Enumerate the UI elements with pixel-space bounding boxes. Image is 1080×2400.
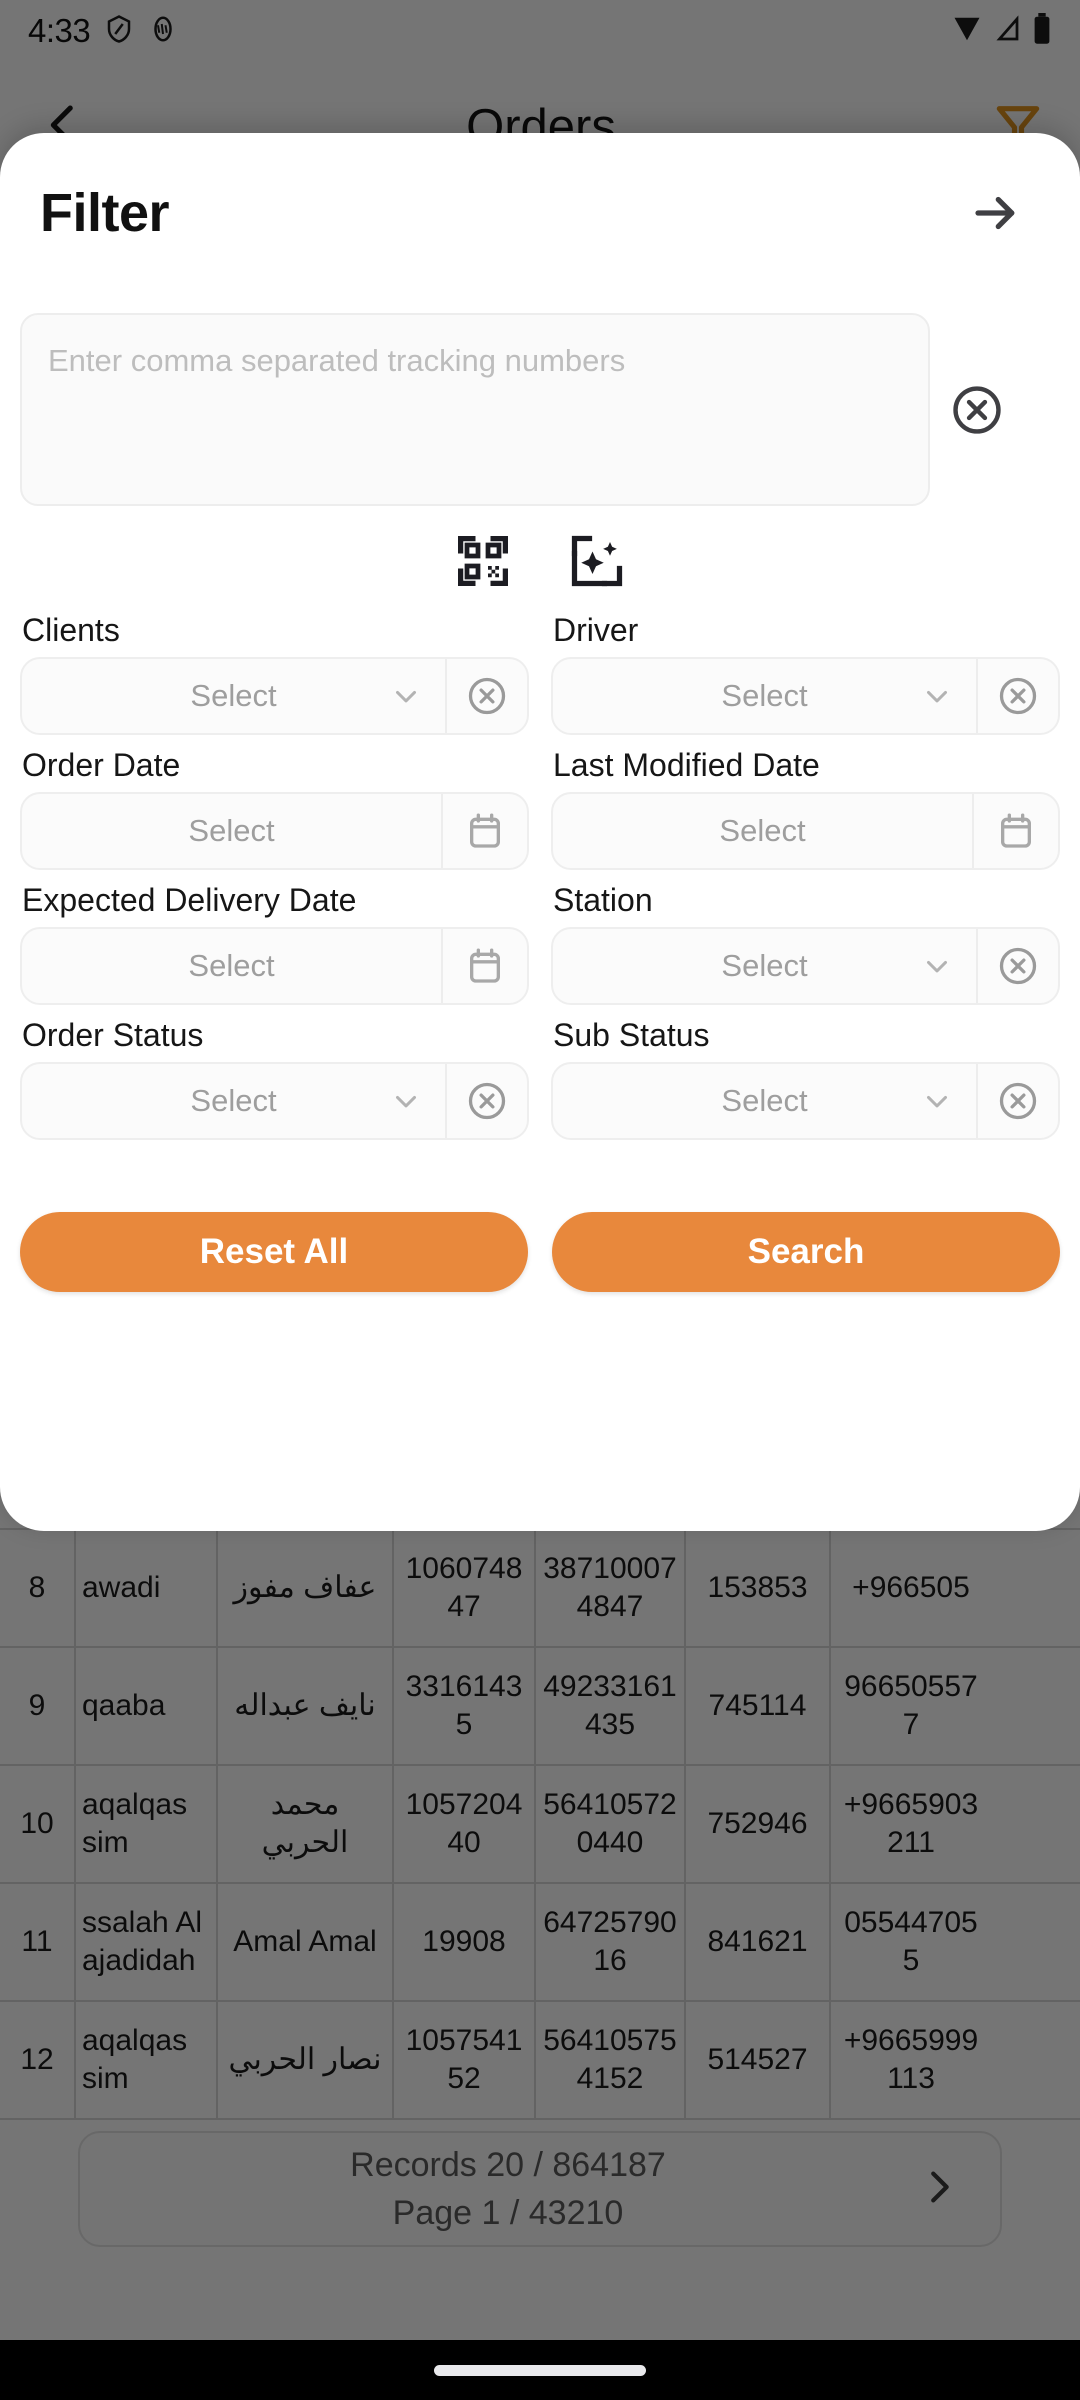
filter-field-row: Order Status Select Sub Status Select: [20, 1009, 1060, 1140]
field-label-driver: Driver: [553, 612, 639, 648]
field-control-last-modified-date: Select: [551, 792, 1060, 870]
clear-station-icon[interactable]: [976, 929, 1058, 1003]
field-control-driver: Select: [551, 657, 1060, 735]
chevron-down-icon: [389, 679, 423, 713]
field-control-expected-delivery-date: Select: [20, 927, 529, 1005]
field-value-order-status: Select: [190, 1083, 277, 1118]
system-nav-bar: [0, 2340, 1080, 2400]
date-picker-last-modified-date[interactable]: Select: [553, 794, 972, 868]
filter-field-station: Station Select: [551, 874, 1060, 1005]
filter-title: Filter: [40, 183, 170, 243]
dropdown-clients[interactable]: Select: [22, 659, 445, 733]
filter-field-order-date: Order Date Select: [20, 739, 529, 870]
tracking-numbers-input[interactable]: [20, 313, 930, 506]
field-control-sub-status: Select: [551, 1062, 1060, 1140]
field-label-station: Station: [553, 882, 653, 918]
field-value-order-date: Select: [188, 813, 275, 848]
filter-field-expected-delivery-date: Expected Delivery Date Select: [20, 874, 529, 1005]
calendar-icon[interactable]: [441, 794, 527, 868]
search-button[interactable]: Search: [552, 1212, 1060, 1292]
field-label-expected-delivery-date: Expected Delivery Date: [22, 882, 357, 918]
clear-driver-icon[interactable]: [976, 659, 1058, 733]
calendar-icon[interactable]: [972, 794, 1058, 868]
filter-field-row: Order Date Select Last Modified Date Select: [20, 739, 1060, 870]
field-value-station: Select: [721, 948, 808, 983]
field-label-sub-status: Sub Status: [553, 1017, 710, 1053]
field-control-station: Select: [551, 927, 1060, 1005]
filter-field-row: Clients Select Driver Select: [20, 604, 1060, 735]
filter-fields: Clients Select Driver Select Order Date Selec…: [0, 592, 1080, 1140]
chevron-down-icon: [920, 679, 954, 713]
date-picker-order-date[interactable]: Select: [22, 794, 441, 868]
field-value-sub-status: Select: [721, 1083, 808, 1118]
filter-field-order-status: Order Status Select: [20, 1009, 529, 1140]
date-picker-expected-delivery-date[interactable]: Select: [22, 929, 441, 1003]
field-value-last-modified-date: Select: [719, 813, 806, 848]
filter-field-row: Expected Delivery Date Select Station Selec…: [20, 874, 1060, 1005]
dropdown-sub-status[interactable]: Select: [553, 1064, 976, 1138]
filter-field-sub-status: Sub Status Select: [551, 1009, 1060, 1140]
clear-sub-status-icon[interactable]: [976, 1064, 1058, 1138]
tracking-numbers-row: [0, 253, 1080, 506]
clear-clients-icon[interactable]: [445, 659, 527, 733]
calendar-icon[interactable]: [441, 929, 527, 1003]
chevron-down-icon: [920, 1084, 954, 1118]
home-gesture-pill[interactable]: [434, 2364, 646, 2376]
ai-scan-button[interactable]: [564, 528, 630, 594]
filter-actions: Reset All Search: [0, 1144, 1080, 1292]
field-control-order-status: Select: [20, 1062, 529, 1140]
field-label-last-modified-date: Last Modified Date: [553, 747, 820, 783]
filter-sheet-header: Filter: [0, 133, 1080, 253]
field-value-expected-delivery-date: Select: [188, 948, 275, 983]
chevron-down-icon: [920, 949, 954, 983]
field-control-order-date: Select: [20, 792, 529, 870]
filter-bottom-sheet: Filter Enter comma separated tracking nu…: [0, 133, 1080, 1531]
field-value-clients: Select: [190, 678, 277, 713]
dropdown-order-status[interactable]: Select: [22, 1064, 445, 1138]
circle-x-icon[interactable]: [930, 382, 1024, 438]
field-label-clients: Clients: [22, 612, 120, 648]
filter-field-clients: Clients Select: [20, 604, 529, 735]
field-value-driver: Select: [721, 678, 808, 713]
field-label-order-status: Order Status: [22, 1017, 204, 1053]
scan-barcode-button[interactable]: [450, 528, 516, 594]
filter-field-driver: Driver Select: [551, 604, 1060, 735]
field-control-clients: Select: [20, 657, 529, 735]
field-label-order-date: Order Date: [22, 747, 181, 783]
dropdown-station[interactable]: Select: [553, 929, 976, 1003]
filter-field-last-modified-date: Last Modified Date Select: [551, 739, 1060, 870]
dropdown-driver[interactable]: Select: [553, 659, 976, 733]
arrow-right-icon[interactable]: [960, 177, 1032, 249]
phone-screen: 4:33: [0, 0, 1080, 2400]
scan-actions-row: [0, 506, 1080, 592]
clear-order-status-icon[interactable]: [445, 1064, 527, 1138]
chevron-down-icon: [389, 1084, 423, 1118]
reset-all-button[interactable]: Reset All: [20, 1212, 528, 1292]
